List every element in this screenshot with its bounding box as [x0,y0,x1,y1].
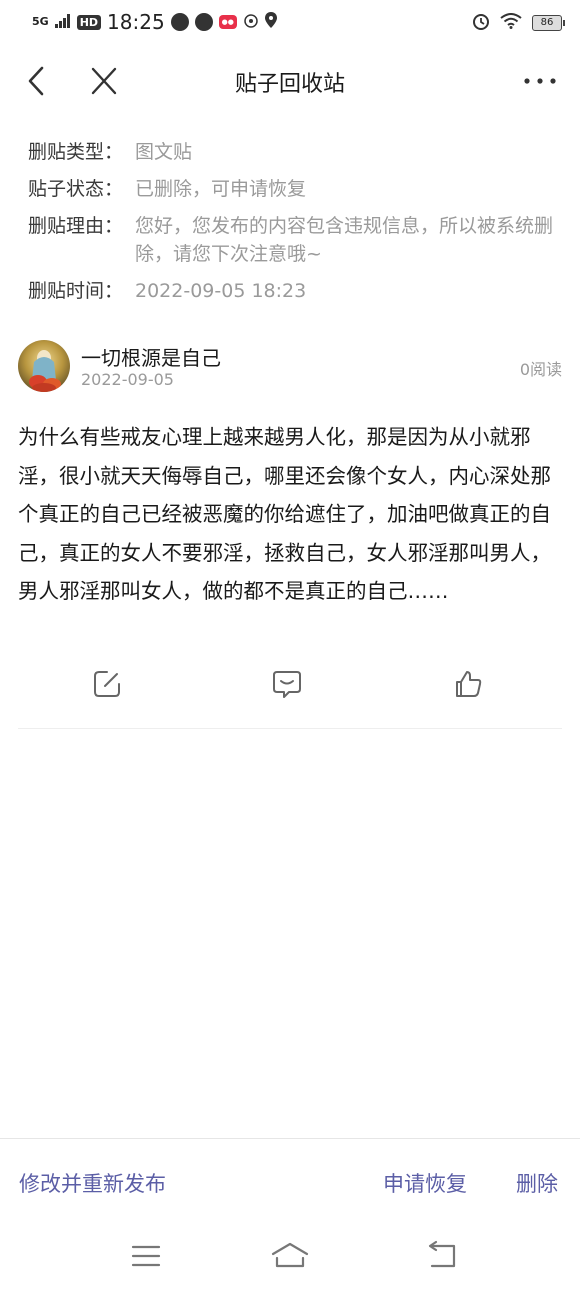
info-value: 已删除，可申请恢复 [135,178,307,200]
status-time: 18:25 [107,10,165,34]
divider [0,1138,580,1139]
avatar[interactable] [18,340,70,392]
network-indicator: 5G [32,15,49,28]
signal-icon [54,13,71,32]
home-button[interactable] [270,1236,310,1276]
back-arrow-icon [428,1240,456,1268]
info-label: 删贴类型： [28,141,124,163]
info-label: 删贴时间： [28,280,124,302]
delete-button[interactable]: 删除 [516,1168,558,1198]
post-date: 2022-09-05 [81,370,174,389]
menu-icon [131,1245,161,1267]
deletion-info: 删贴类型： 图文贴 贴子状态： 已删除，可申请恢复 删贴理由： 您好，您发布的内… [28,138,563,314]
divider [18,728,562,729]
post-content: 为什么有些戒友心理上越来越男人化，那是因为从小就邪淫，很小就天天侮辱自己，哪里还… [18,425,551,603]
comment-icon [273,671,301,698]
back-system-button[interactable] [422,1236,462,1276]
more-button[interactable] [522,68,558,94]
info-label: 删贴理由： [28,215,124,237]
menu-button[interactable] [126,1236,166,1276]
edit-republish-button[interactable]: 修改并重新发布 [19,1168,166,1198]
share-button[interactable] [91,668,123,700]
app-notification-icon [194,13,213,31]
location-icon [264,12,277,32]
info-row-reason: 删贴理由： 您好，您发布的内容包含违规信息，所以被系统删除，请您下次注意哦~ [28,212,563,268]
like-button[interactable] [452,668,484,700]
status-bar: 5G HD 18:25 ●● 86 [0,0,580,44]
page-title: 贴子回收站 [234,72,345,97]
alarm-icon [472,12,490,34]
more-dots-icon [524,78,556,84]
author-name[interactable]: 一切根源是自己 [81,342,221,371]
info-value: 2022-09-05 18:23 [135,280,307,302]
app-notification-icon [243,13,259,32]
app-notification-icon [170,13,189,31]
read-count: 0阅读 [519,360,562,379]
wifi-icon [500,13,522,33]
home-icon [271,1242,309,1268]
system-nav-bar [0,1236,580,1280]
share-edit-icon [94,671,120,697]
info-value: 图文贴 [135,141,193,163]
comment-button[interactable] [271,668,303,700]
info-row-status: 贴子状态： 已删除，可申请恢复 [28,175,563,203]
restore-request-button[interactable]: 申请恢复 [383,1168,467,1198]
hd-badge: HD [76,14,102,30]
avatar-image [18,340,70,392]
info-row-time: 删贴时间： 2022-09-05 18:23 [28,277,563,305]
thumbs-up-icon [456,671,482,697]
info-value: 您好，您发布的内容包含违规信息，所以被系统删除，请您下次注意哦~ [135,215,554,265]
post-actions [0,668,580,708]
battery-icon: 86 [532,15,565,31]
info-label: 贴子状态： [28,178,124,200]
app-notification-icon: ●● [218,15,237,29]
info-row-type: 删贴类型： 图文贴 [28,138,563,166]
nav-bar: 贴子回收站 [0,50,580,112]
